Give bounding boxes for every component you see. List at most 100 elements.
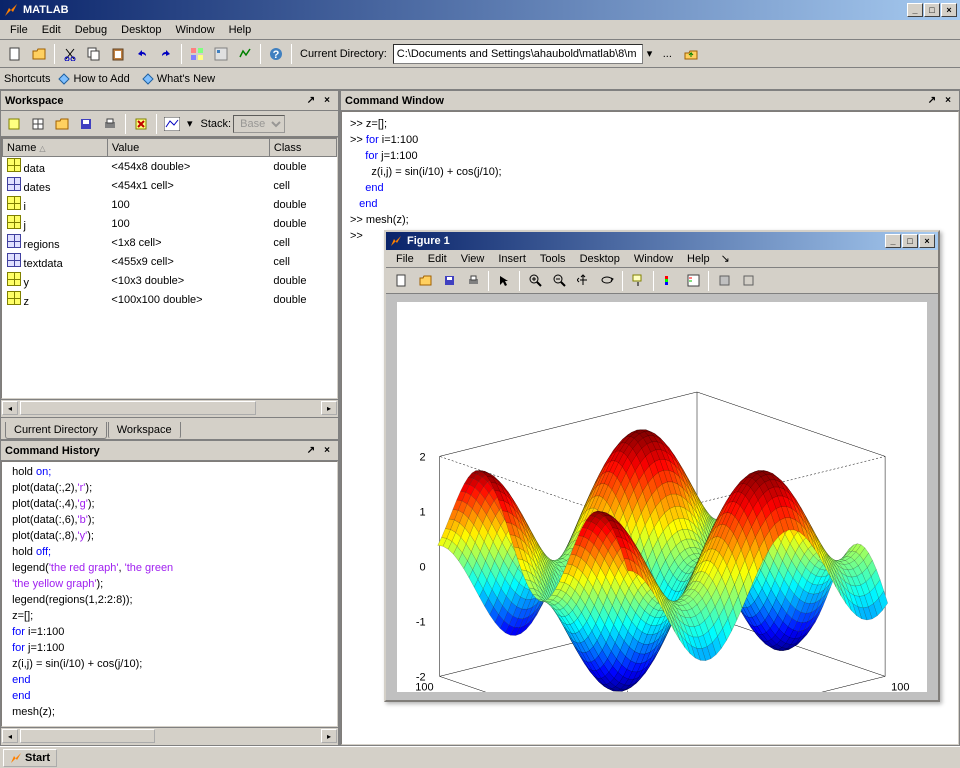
redo-icon[interactable] — [155, 43, 177, 65]
undo-icon[interactable] — [131, 43, 153, 65]
figure-window[interactable]: Figure 1 _ □ × File Edit View Insert Too… — [384, 230, 940, 702]
table-row[interactable]: regions<1x8 cell>cell — [3, 233, 337, 252]
import-icon[interactable] — [51, 113, 73, 135]
fig-new-icon[interactable] — [390, 270, 412, 292]
browse-icon[interactable]: ... — [656, 43, 678, 65]
fig-colorbar-icon[interactable] — [658, 270, 680, 292]
fig-pointer-icon[interactable] — [493, 270, 515, 292]
tab-workspace[interactable]: Workspace — [108, 422, 181, 439]
menu-window[interactable]: Window — [168, 22, 221, 38]
undock-icon[interactable]: ↗ — [304, 94, 318, 108]
fig-legend-icon[interactable] — [682, 270, 704, 292]
fig-rotate-icon[interactable] — [596, 270, 618, 292]
history-scrollbar[interactable]: ◂▸ — [1, 727, 338, 745]
maximize-button[interactable]: □ — [924, 3, 940, 17]
current-directory-input[interactable] — [393, 44, 643, 64]
fig-menu-file[interactable]: File — [389, 251, 421, 267]
workspace-panel: Workspace ↗ × ▾ Stack: Base — [0, 90, 339, 440]
table-row[interactable]: y<10x3 double>double — [3, 271, 337, 290]
simulink-icon[interactable] — [186, 43, 208, 65]
fig-close-button[interactable]: × — [919, 234, 935, 248]
dropdown-icon[interactable]: ▾ — [645, 47, 655, 60]
up-folder-icon[interactable] — [680, 43, 702, 65]
menu-edit[interactable]: Edit — [35, 22, 68, 38]
undock-icon[interactable]: ↗ — [925, 94, 939, 108]
fig-zoomout-icon[interactable] — [548, 270, 570, 292]
table-row[interactable]: i100double — [3, 195, 337, 214]
fig-save-icon[interactable] — [438, 270, 460, 292]
close-panel-icon[interactable]: × — [320, 94, 334, 108]
workspace-table[interactable]: Name △ Value Class data<454x8 double>dou… — [1, 137, 338, 399]
history-header: Command History ↗ × — [1, 441, 338, 461]
main-toolbar: ? Current Directory: ▾ ... — [0, 40, 960, 68]
start-button[interactable]: Start — [3, 749, 57, 767]
fig-zoomin-icon[interactable] — [524, 270, 546, 292]
fig-show-icon[interactable] — [737, 270, 759, 292]
svg-text:-1: -1 — [416, 616, 426, 628]
minimize-button[interactable]: _ — [907, 3, 923, 17]
fig-dock-icon[interactable]: ↘ — [717, 252, 734, 265]
save-ws-icon[interactable] — [75, 113, 97, 135]
plot-icon[interactable] — [161, 113, 183, 135]
stack-label: Stack: — [201, 118, 232, 130]
fig-menu-window[interactable]: Window — [627, 251, 680, 267]
new-file-icon[interactable] — [4, 43, 26, 65]
undock-icon[interactable]: ↗ — [304, 444, 318, 458]
shortcut-howto[interactable]: How to Add — [54, 72, 133, 86]
fig-menu-insert[interactable]: Insert — [491, 251, 533, 267]
open-var-icon[interactable] — [27, 113, 49, 135]
fig-maximize-button[interactable]: □ — [902, 234, 918, 248]
table-row[interactable]: j100double — [3, 214, 337, 233]
menu-debug[interactable]: Debug — [68, 22, 114, 38]
cut-icon[interactable] — [59, 43, 81, 65]
guide-icon[interactable] — [210, 43, 232, 65]
menu-file[interactable]: File — [3, 22, 35, 38]
col-class[interactable]: Class — [269, 139, 336, 157]
fig-pan-icon[interactable] — [572, 270, 594, 292]
fig-menu-tools[interactable]: Tools — [533, 251, 573, 267]
table-row[interactable]: dates<454x1 cell>cell — [3, 176, 337, 195]
fig-datacursor-icon[interactable] — [627, 270, 649, 292]
fig-menu-edit[interactable]: Edit — [421, 251, 454, 267]
history-panel: Command History ↗ × hold on; plot(data(:… — [0, 440, 339, 746]
figure-canvas: -2-1012020406080100050100 — [386, 294, 938, 700]
history-body[interactable]: hold on; plot(data(:,2),'r'); plot(data(… — [1, 461, 338, 727]
fig-menu-desktop[interactable]: Desktop — [573, 251, 627, 267]
fig-open-icon[interactable] — [414, 270, 436, 292]
workspace-scrollbar[interactable]: ◂▸ — [1, 399, 338, 417]
delete-var-icon[interactable] — [130, 113, 152, 135]
current-directory-label: Current Directory: — [300, 48, 387, 60]
menu-desktop[interactable]: Desktop — [114, 22, 168, 38]
fig-print-icon[interactable] — [462, 270, 484, 292]
open-file-icon[interactable] — [28, 43, 50, 65]
copy-icon[interactable] — [83, 43, 105, 65]
shortcuts-bar: Shortcuts How to Add What's New — [0, 68, 960, 90]
close-panel-icon[interactable]: × — [320, 444, 334, 458]
help-icon[interactable]: ? — [265, 43, 287, 65]
table-row[interactable]: data<454x8 double>double — [3, 157, 337, 177]
shortcuts-label: Shortcuts — [4, 73, 50, 85]
shortcut-whatsnew[interactable]: What's New — [138, 72, 219, 86]
col-name[interactable]: Name △ — [3, 139, 108, 157]
paste-icon[interactable] — [107, 43, 129, 65]
print-icon[interactable] — [99, 113, 121, 135]
svg-text:100: 100 — [891, 681, 909, 692]
svg-text:100: 100 — [415, 681, 433, 692]
fig-menu-view[interactable]: View — [454, 251, 492, 267]
profiler-icon[interactable] — [234, 43, 256, 65]
title-bar: MATLAB _ □ × — [0, 0, 960, 20]
fig-hide-icon[interactable] — [713, 270, 735, 292]
col-value[interactable]: Value — [107, 139, 269, 157]
new-var-icon[interactable] — [3, 113, 25, 135]
tab-current-directory[interactable]: Current Directory — [5, 422, 107, 439]
stack-select[interactable]: Base — [233, 115, 285, 133]
plot-dropdown-icon[interactable]: ▾ — [185, 117, 195, 130]
fig-menu-help[interactable]: Help — [680, 251, 717, 267]
close-button[interactable]: × — [941, 3, 957, 17]
start-bar: Start — [0, 746, 960, 768]
table-row[interactable]: z<100x100 double>double — [3, 290, 337, 309]
menu-help[interactable]: Help — [222, 22, 259, 38]
close-panel-icon[interactable]: × — [941, 94, 955, 108]
table-row[interactable]: textdata<455x9 cell>cell — [3, 252, 337, 271]
fig-minimize-button[interactable]: _ — [885, 234, 901, 248]
